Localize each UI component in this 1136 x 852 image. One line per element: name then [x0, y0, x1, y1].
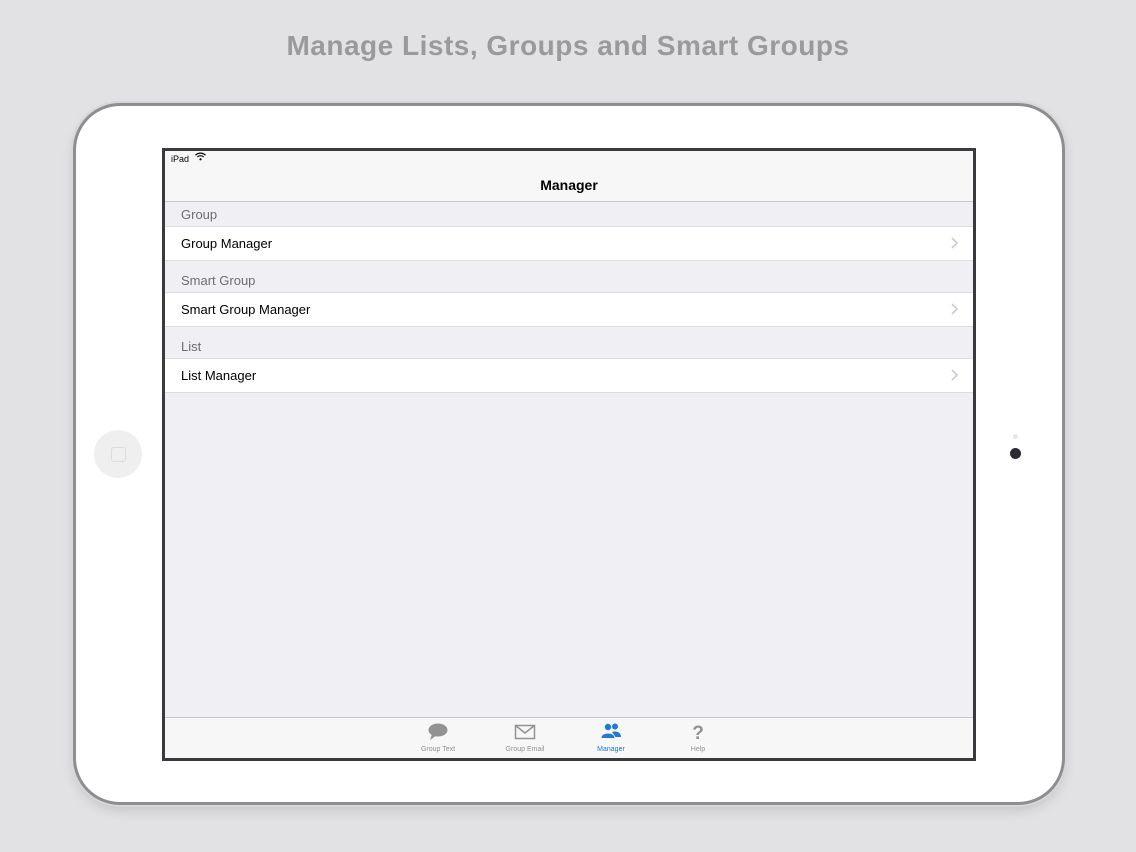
light-sensor — [1013, 434, 1018, 439]
app-screen: iPad Manager Group Group Manager Smart G… — [162, 148, 976, 761]
ipad-frame: iPad Manager Group Group Manager Smart G… — [76, 106, 1062, 802]
svg-text:?: ? — [692, 723, 704, 742]
row-label: List Manager — [181, 368, 257, 383]
group-manager-row[interactable]: Group Manager — [165, 226, 973, 261]
tab-help[interactable]: ? Help — [658, 718, 738, 758]
tab-group-email[interactable]: Group Email — [485, 718, 565, 758]
section-header-list: List — [165, 334, 973, 358]
tab-label: Manager — [597, 746, 625, 753]
promo-headline: Manage Lists, Groups and Smart Groups — [286, 30, 850, 61]
tab-label: Group Text — [420, 746, 456, 753]
section-header-label: Group — [181, 207, 218, 222]
tab-bar: Group Text Group Email Manager ? Help — [165, 717, 973, 758]
tab-manager[interactable]: Manager — [571, 718, 651, 758]
tab-group-text[interactable]: Group Text — [398, 718, 478, 758]
row-label: Smart Group Manager — [181, 302, 311, 317]
question-mark-icon: ? — [692, 723, 704, 742]
tab-label: Group Email — [505, 746, 545, 753]
status-bar: iPad — [165, 151, 973, 167]
section-header-smart-group: Smart Group — [165, 268, 973, 292]
row-label: Group Manager — [181, 236, 273, 251]
section-header-group: Group — [165, 202, 973, 226]
chevron-right-icon — [951, 303, 959, 315]
section-header-label: Smart Group — [181, 273, 256, 288]
navigation-bar: Manager — [165, 167, 973, 202]
list-manager-row[interactable]: List Manager — [165, 358, 973, 393]
front-camera — [1010, 448, 1021, 459]
wifi-icon — [195, 152, 206, 163]
chevron-right-icon — [951, 237, 959, 249]
section-header-label: List — [181, 339, 202, 354]
device-label: iPad — [171, 154, 190, 164]
smart-group-manager-row[interactable]: Smart Group Manager — [165, 292, 973, 327]
tab-label: Help — [690, 746, 706, 753]
people-icon — [601, 723, 621, 738]
chevron-right-icon — [951, 369, 959, 381]
envelope-icon — [514, 724, 536, 740]
speech-bubble-icon — [428, 723, 448, 740]
home-button[interactable] — [94, 430, 142, 478]
page-title: Manager — [540, 177, 598, 193]
